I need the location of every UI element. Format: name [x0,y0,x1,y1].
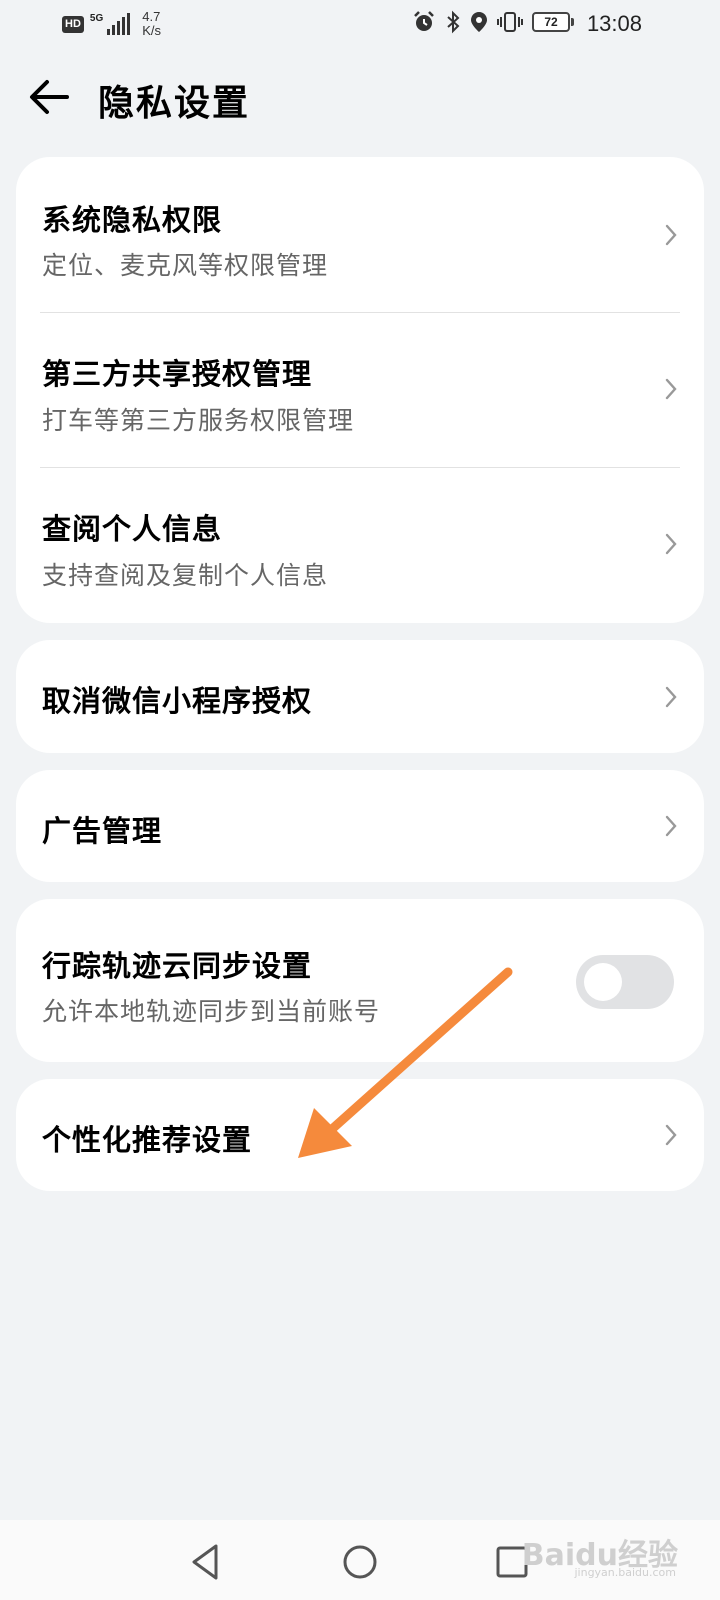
row-third-party-sharing[interactable]: 第三方共享授权管理 打车等第三方服务权限管理 [16,313,704,467]
page-title: 隐私设置 [98,82,251,124]
chevron-right-icon [665,224,677,246]
chevron-right-icon [665,533,677,555]
status-left: HD 5G 4.7 K/s [62,10,161,38]
row-subtitle: 打车等第三方服务权限管理 [42,406,355,435]
speed-unit: K/s [142,23,162,38]
chevron-right-icon [665,1124,677,1146]
annotation-arrow-icon [298,967,513,1158]
network-speed: 4.7 K/s [142,10,161,38]
back-arrow-icon [30,80,69,114]
watermark-sub: jingyan.baidu.com [574,1566,676,1579]
row-title: 广告管理 [42,814,163,848]
network-label: 5G [89,13,104,24]
row-title: 查阅个人信息 [42,512,223,546]
status-bar: HD 5G 4.7 K/s 72 13:08 [0,0,720,48]
row-title: 行踪轨迹云同步设置 [42,949,313,983]
row-title: 第三方共享授权管理 [42,357,313,391]
vibrate-icon [497,12,523,32]
row-subtitle: 定位、麦克风等权限管理 [42,251,329,280]
clock: 13:08 [586,11,642,36]
row-revoke-wechat-miniprogram[interactable]: 取消微信小程序授权 [16,640,704,753]
speed-value: 4.7 [142,9,161,24]
row-system-privacy[interactable]: 系统隐私权限 定位、麦克风等权限管理 [16,157,704,312]
row-title: 系统隐私权限 [42,203,223,237]
hd-badge: HD [62,15,84,33]
battery-indicator: 72 [532,12,574,32]
nav-back-icon[interactable] [184,1540,228,1584]
row-view-personal-info[interactable]: 查阅个人信息 支持查阅及复制个人信息 [16,468,704,623]
row-ad-management[interactable]: 广告管理 [16,770,704,882]
row-subtitle: 支持查阅及复制个人信息 [42,561,329,590]
alarm-icon [414,11,434,31]
chevron-right-icon [665,378,677,400]
settings-card-privacy: 系统隐私权限 定位、麦克风等权限管理 第三方共享授权管理 打车等第三方服务权限管… [16,157,704,623]
status-icons: 72 [412,10,574,34]
bluetooth-icon [447,10,460,34]
signal-icon: 5G [89,13,131,35]
chevron-right-icon [665,686,677,708]
back-button[interactable] [24,72,74,122]
row-title: 个性化推荐设置 [42,1123,253,1157]
row-title: 取消微信小程序授权 [42,684,313,718]
nav-home-icon[interactable] [338,1540,382,1584]
chevron-right-icon [665,815,677,837]
location-sync-toggle[interactable] [576,955,674,1009]
settings-card-wechat: 取消微信小程序授权 [16,640,704,753]
location-icon [471,12,487,32]
settings-card-ads: 广告管理 [16,770,704,882]
toggle-knob [584,963,622,1001]
